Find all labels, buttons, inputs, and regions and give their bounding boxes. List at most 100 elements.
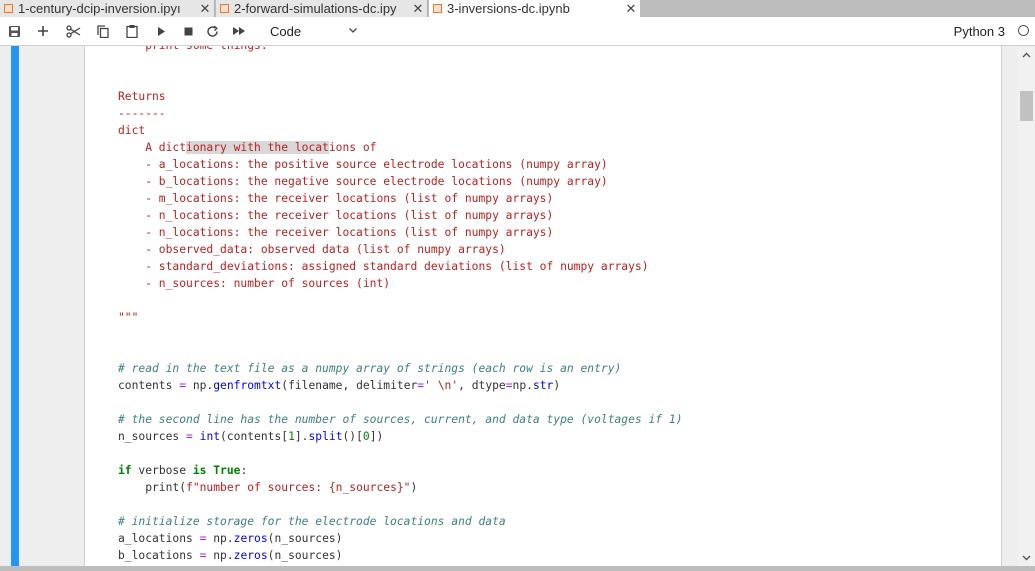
code-token: is (192, 464, 207, 477)
tab-label: 3-inversions-dc.ipynb (447, 1, 570, 16)
code-token: - n_locations: the receiver locations (l… (118, 226, 554, 239)
code-token: np. (512, 379, 533, 392)
close-icon[interactable]: ✕ (198, 1, 212, 17)
save-button[interactable] (6, 23, 22, 39)
code-line: Returns (118, 88, 683, 105)
code-token: - n_sources: number of sources (int) (118, 277, 391, 290)
cell-type-select[interactable]: Code (270, 21, 358, 41)
notebook-icon (433, 4, 442, 13)
tab-inversions-dc[interactable]: 3-inversions-dc.ipynb ✕ (429, 0, 640, 17)
code-token: verbose (131, 464, 193, 477)
run-button[interactable] (153, 23, 169, 39)
tab-label: 2-forward-simulations-dc.ipy (234, 1, 397, 16)
code-line: print(f"number of sources: {n_sources}") (118, 479, 683, 496)
code-line: # initialize storage for the electrode l… (118, 513, 683, 530)
code-line: - standard_deviations: assigned standard… (118, 258, 683, 275)
code-line: # the second line has the number of sour… (118, 411, 683, 428)
code-line: # read in the text file as a numpy array… (118, 360, 683, 377)
code-line: print some things. (118, 46, 683, 54)
fast-forward-icon (233, 27, 245, 35)
refresh-icon (206, 25, 218, 37)
code-token: zeros (233, 549, 268, 562)
code-token: A dict (118, 141, 187, 154)
code-line: - n_locations: the receiver locations (l… (118, 207, 683, 224)
copy-button[interactable] (95, 23, 111, 39)
tab-forward-simulations-dc[interactable]: 2-forward-simulations-dc.ipy ✕ (216, 0, 428, 17)
code-line: - b_locations: the negative source elect… (118, 173, 683, 190)
close-icon[interactable]: ✕ (624, 1, 638, 17)
code-line: - m_locations: the receiver locations (l… (118, 190, 683, 207)
notebook-icon (220, 4, 229, 13)
paste-button[interactable] (124, 23, 140, 39)
clipboard-icon (126, 25, 138, 38)
code-token: (n_sources) (267, 532, 343, 545)
cut-button[interactable] (64, 23, 82, 39)
code-token: n_sources (118, 430, 187, 443)
tab-century-dcip-inversion[interactable]: 1-century-dcip-inversion.ipyı ✕ (0, 0, 215, 17)
stop-icon (184, 27, 192, 35)
vertical-scrollbar[interactable] (1018, 46, 1035, 566)
close-icon[interactable]: ✕ (411, 1, 425, 17)
code-token: # the second line has the number of sour… (118, 413, 683, 426)
kernel-status-icon (1018, 25, 1029, 36)
active-cell-indicator (11, 46, 19, 566)
code-token: ionary with the locat (186, 141, 329, 154)
code-token: (filename, delimiter (281, 379, 418, 392)
code-token: a_locations (118, 532, 200, 545)
code-token: dict (118, 124, 146, 137)
code-token: zeros (233, 532, 268, 545)
add-cell-button[interactable] (35, 23, 51, 39)
scroll-up-arrow-icon[interactable] (1018, 46, 1035, 63)
restart-button[interactable] (204, 23, 220, 39)
scrollbar-thumb[interactable] (1020, 91, 1033, 121)
code-token: 0 (362, 430, 370, 443)
code-token: # read in the text file as a numpy array… (118, 362, 622, 375)
code-editor[interactable]: print some things. Returns ------- dict A … (118, 46, 683, 566)
code-token: split (308, 430, 343, 443)
tab-bar: 1-century-dcip-inversion.ipyı ✕ 2-forwar… (0, 0, 1035, 17)
code-token: 1 (288, 430, 295, 443)
code-token: ()[ (342, 430, 363, 443)
code-token: ) (553, 379, 561, 392)
interrupt-button[interactable] (180, 23, 196, 39)
code-token: np. (206, 532, 234, 545)
code-token: = (179, 379, 187, 392)
code-token: - n_locations: the receiver locations (l… (118, 209, 554, 222)
code-token: , dtype (458, 379, 506, 392)
bottom-border (0, 566, 1035, 571)
code-token: Returns (118, 90, 166, 103)
code-token: ) (410, 481, 418, 494)
kernel-name[interactable]: Python 3 (954, 24, 1005, 39)
code-token: - observed_data: observed data (list of … (118, 243, 506, 256)
code-token: True (213, 464, 241, 477)
code-cell[interactable]: print some things. Returns ------- dict A … (84, 46, 1002, 566)
code-token: - standard_deviations: assigned standard… (118, 260, 649, 273)
run-all-button[interactable] (230, 23, 248, 39)
code-token: int (199, 430, 221, 443)
code-token: if (118, 464, 132, 477)
code-token: : (240, 464, 248, 477)
code-token: ' \n' (424, 379, 459, 392)
code-token: """ (118, 311, 139, 324)
code-token: str (532, 379, 554, 392)
notebook-toolbar: Code Python 3 (0, 17, 1035, 46)
code-line: - a_locations: the positive source elect… (118, 156, 683, 173)
code-token: - b_locations: the negative source elect… (118, 175, 608, 188)
code-line: ------- (118, 105, 683, 122)
cell-type-value: Code (270, 23, 302, 39)
code-token: f"number of sources: {n_sources}" (186, 481, 411, 494)
code-token: (contents[ (220, 430, 289, 443)
code-token: ]) (369, 430, 384, 443)
scroll-down-arrow-icon[interactable] (1018, 549, 1035, 566)
code-token: b_locations (118, 549, 200, 562)
code-line: b_locations = np.zeros(n_sources) (118, 547, 683, 564)
code-token: ( (179, 481, 187, 494)
save-icon (8, 25, 20, 37)
scissors-icon (65, 24, 80, 38)
